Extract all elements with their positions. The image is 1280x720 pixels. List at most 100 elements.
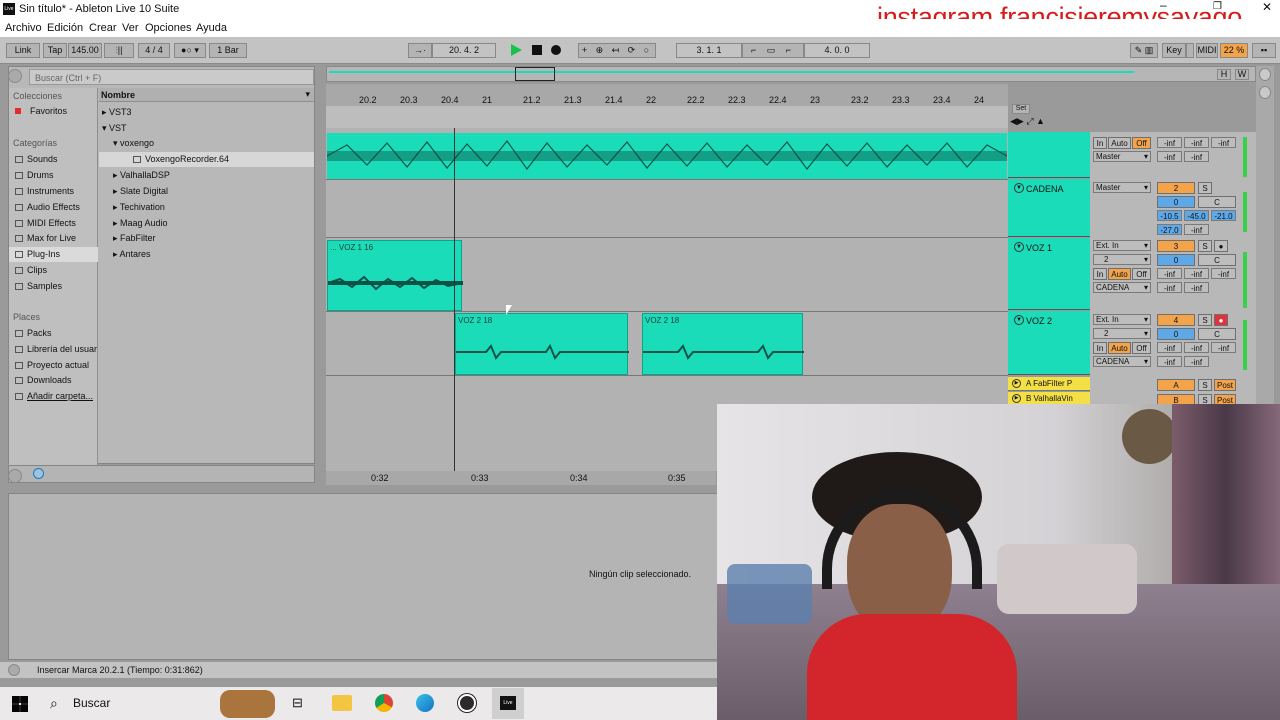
sidebar-item-max-for-live[interactable]: Max for Live — [15, 233, 76, 243]
off-button[interactable]: Off — [1132, 137, 1151, 149]
tree-item-maag-audio[interactable]: ▸ Maag Audio — [113, 218, 168, 229]
solo-button[interactable]: S — [1198, 240, 1212, 252]
tree-item-voxengo[interactable]: ▾ voxengo — [113, 138, 154, 149]
taskbar-search[interactable]: Buscar — [73, 696, 110, 710]
obs-icon[interactable] — [458, 694, 476, 712]
follow-icon[interactable]: →· — [408, 43, 432, 58]
sidebar-item-user-library[interactable]: Librería del usuario — [15, 344, 97, 354]
output-select[interactable]: CADENA — [1093, 282, 1151, 293]
tree-item-vst3[interactable]: ▸ VST3 — [102, 107, 132, 118]
search-icon[interactable]: ⌕ — [50, 695, 58, 712]
track-activator[interactable]: 3 — [1157, 240, 1195, 252]
pan-field[interactable]: C — [1198, 328, 1236, 340]
pan-field[interactable]: C — [1198, 254, 1236, 266]
output-select[interactable]: Master — [1093, 182, 1151, 193]
search-input[interactable]: Buscar (Ctrl + F) — [29, 69, 314, 85]
menu-ayuda[interactable]: Ayuda — [196, 22, 227, 34]
sidebar-item-audio-effects[interactable]: Audio Effects — [15, 202, 80, 212]
link-button[interactable]: Link — [6, 43, 40, 58]
chrome-icon[interactable] — [375, 694, 393, 712]
loop-length-field[interactable]: 4. 0. 0 — [804, 43, 870, 58]
output-select[interactable]: Master — [1093, 151, 1151, 162]
overview-strip[interactable]: H W — [326, 66, 1256, 82]
auto-button[interactable]: Auto — [1108, 342, 1131, 354]
sidebar-item-packs[interactable]: Packs — [15, 328, 52, 338]
channel-select[interactable]: 2 — [1093, 328, 1151, 339]
sidebar-item-sounds[interactable]: Sounds — [15, 154, 58, 164]
w-button[interactable]: W — [1235, 69, 1249, 80]
sidebar-item-midi-effects[interactable]: MIDI Effects — [15, 218, 76, 228]
input-select[interactable]: Ext. In — [1093, 314, 1151, 325]
edge-icon[interactable] — [416, 694, 434, 712]
draw-mode-icon[interactable]: ✎ ▥ — [1130, 43, 1158, 58]
h-button[interactable]: H — [1217, 69, 1231, 80]
track-activator[interactable]: 2 — [1157, 182, 1195, 194]
track-header-voz1[interactable]: ▼ VOZ 1 — [1008, 238, 1090, 310]
track-activator[interactable]: A — [1157, 379, 1195, 391]
sidebar-item-clips[interactable]: Clips — [15, 265, 47, 275]
tempo-field[interactable]: 145.00 — [68, 43, 102, 58]
beat-ruler[interactable]: 20.2 20.3 20.4 21 21.2 21.3 21.4 22 22.2… — [326, 84, 1008, 106]
fold-icon[interactable]: ▼ — [1014, 183, 1024, 193]
scroll-down-icon[interactable] — [1259, 86, 1271, 99]
in-button[interactable]: In — [1093, 268, 1107, 280]
sidebar-item-drums[interactable]: Drums — [15, 170, 54, 180]
sidebar-item-downloads[interactable]: Downloads — [15, 375, 72, 385]
arm-icon[interactable]: ● — [1214, 314, 1228, 326]
arrangement-position[interactable]: 20. 4. 2 — [432, 43, 496, 58]
track-header-cadena[interactable]: ▼ CADENA — [1008, 179, 1090, 237]
channel-select[interactable]: 2 — [1093, 254, 1151, 265]
sidebar-item-plug-ins[interactable]: Plug-Ins — [9, 247, 98, 262]
menu-edicion[interactable]: Edición — [47, 22, 83, 34]
record-icon[interactable] — [551, 45, 561, 55]
return-track-b[interactable]: ▶ B ValhallaVin — [1008, 392, 1090, 404]
quantize-select[interactable]: 1 Bar — [209, 43, 247, 58]
sort-icon[interactable]: ▾ — [305, 89, 310, 100]
volume-field[interactable]: 0 — [1157, 254, 1195, 266]
nav-arrows-icon[interactable]: ◀▶ ⤢ ▲ — [1010, 116, 1045, 127]
arm-icon[interactable]: ● — [1214, 240, 1228, 252]
solo-button[interactable]: S — [1198, 182, 1212, 194]
browser-toggle-icon[interactable] — [8, 69, 22, 83]
tree-item-fabfilter[interactable]: ▸ FabFilter — [113, 233, 156, 244]
volume-field[interactable]: 0 — [1157, 196, 1195, 208]
task-view-icon[interactable]: ⊟ — [292, 695, 303, 711]
file-explorer-icon[interactable] — [332, 695, 352, 711]
metronome-icon[interactable]: ●○ ▾ — [174, 43, 206, 58]
time-ruler[interactable]: 0:32 0:33 0:34 0:35 — [326, 471, 716, 485]
track-header-voz2[interactable]: ▼ VOZ 2 — [1008, 311, 1090, 375]
sidebar-item-current-project[interactable]: Proyecto actual — [15, 360, 89, 370]
scroll-up-icon[interactable] — [1259, 68, 1271, 81]
set-button[interactable]: Set — [1012, 104, 1030, 114]
audio-clip[interactable]: VOZ 2 18 — [455, 313, 629, 375]
return-track-a[interactable]: ▶ A FabFilter P — [1008, 377, 1090, 391]
tree-item-voxengorecorder[interactable]: VoxengoRecorder.64 — [99, 152, 314, 167]
tree-item-slate-digital[interactable]: ▸ Slate Digital — [113, 186, 168, 197]
punch-icon[interactable]: ⌐ ▭ ⌐ — [742, 43, 804, 58]
menu-archivo[interactable]: Archivo — [5, 22, 42, 34]
time-signature-field[interactable]: 4 / 4 — [138, 43, 170, 58]
auto-button[interactable]: Auto — [1108, 137, 1131, 149]
play-icon[interactable] — [511, 44, 522, 56]
post-button[interactable]: Post — [1214, 379, 1236, 391]
stop-icon[interactable] — [532, 45, 542, 55]
track-activator[interactable]: 4 — [1157, 314, 1195, 326]
locator-lane[interactable] — [326, 106, 1008, 128]
audio-clip[interactable]: VOZ 2 18 — [642, 313, 804, 375]
sidebar-item-samples[interactable]: Samples — [15, 281, 62, 291]
fold-icon[interactable]: ▶ — [1012, 379, 1021, 388]
sidebar-item-instruments[interactable]: Instruments — [15, 186, 74, 196]
tap-tempo-button[interactable]: Tap — [43, 43, 67, 58]
fold-icon[interactable]: ▶ — [1012, 394, 1021, 403]
off-button[interactable]: Off — [1132, 268, 1151, 280]
solo-button[interactable]: S — [1198, 379, 1212, 391]
menu-ver[interactable]: Ver — [122, 22, 139, 34]
nudge-icon[interactable]: ⫶|| — [104, 43, 134, 58]
tree-item-valhalladsp[interactable]: ▸ ValhallaDSP — [113, 170, 170, 181]
output-select[interactable]: CADENA — [1093, 356, 1151, 367]
status-toggle-icon[interactable] — [8, 664, 20, 676]
close-button[interactable]: ✕ — [1262, 0, 1272, 14]
overdub-icon[interactable]: + ⊕ ↤ ⟳ ○ — [578, 43, 656, 58]
sidebar-item-favorites[interactable]: Favoritos — [15, 106, 67, 116]
windows-start-icon[interactable] — [12, 696, 28, 712]
